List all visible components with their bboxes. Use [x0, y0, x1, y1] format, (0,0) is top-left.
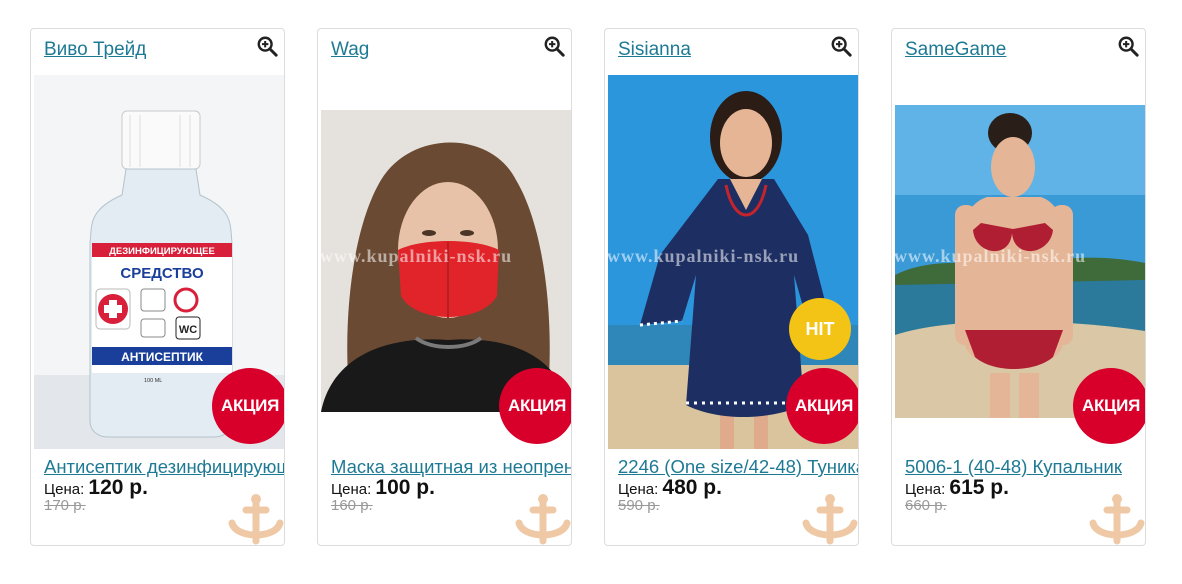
- product-card: Wag АКЦИЯ Маска защитная из неопрена Цен…: [317, 28, 572, 546]
- image-watermark-text: www.kupalniki-nsk.ru: [607, 246, 800, 266]
- old-price: 660 р.: [905, 497, 947, 514]
- zoom-in-icon[interactable]: [256, 35, 278, 57]
- old-price: 170 р.: [44, 497, 86, 514]
- product-card: Sisianna HIT АКЦИЯ 2246 (One size/42-48)…: [604, 28, 859, 546]
- sale-badge: АКЦИЯ: [1073, 368, 1145, 444]
- hit-badge: HIT: [789, 298, 851, 360]
- product-title-link[interactable]: Антисептик дезинфицирующее средство: [44, 456, 284, 478]
- label-volume-text: 100 ML: [144, 378, 162, 384]
- brand-link[interactable]: Виво Трейд: [44, 39, 146, 61]
- product-title-link[interactable]: 2246 (One size/42-48) Туника: [618, 456, 858, 478]
- label-bottom-text: АНТИСЕПТИК: [121, 350, 204, 364]
- label-main-text: СРЕДСТВО: [120, 265, 204, 282]
- brand-link[interactable]: Wag: [331, 39, 369, 61]
- anchor-watermark-icon: [228, 494, 284, 545]
- anchor-watermark-icon: [515, 494, 571, 545]
- price-label: Цена:: [331, 481, 372, 498]
- price-value: 615 р.: [949, 476, 1009, 499]
- product-card: Виво Трейд ДЕЗИНФИЦИРУЮЩЕЕ СРЕДСТВО WC А…: [30, 28, 285, 546]
- price-value: 100 р.: [375, 476, 435, 499]
- zoom-in-icon[interactable]: [830, 35, 852, 57]
- zoom-in-icon[interactable]: [1117, 35, 1139, 57]
- anchor-watermark-icon: [802, 494, 858, 545]
- price-label: Цена:: [44, 481, 85, 498]
- price-value: 120 р.: [88, 476, 148, 499]
- product-title-link[interactable]: Маска защитная из неопрена: [331, 456, 571, 478]
- brand-link[interactable]: SameGame: [905, 39, 1006, 61]
- price-value: 480 р.: [662, 476, 722, 499]
- sale-badge: АКЦИЯ: [212, 368, 284, 444]
- sale-badge: АКЦИЯ: [786, 368, 858, 444]
- zoom-in-icon[interactable]: [543, 35, 565, 57]
- sale-badge: АКЦИЯ: [499, 368, 571, 444]
- product-card: SameGame АКЦИЯ 5006-1 (40-48) Купальник …: [891, 28, 1146, 546]
- price-label: Цена:: [618, 481, 659, 498]
- anchor-watermark-icon: [1089, 494, 1145, 545]
- image-watermark-text: www.kupalniki-nsk.ru: [894, 246, 1087, 266]
- old-price: 160 р.: [331, 497, 373, 514]
- old-price: 590 р.: [618, 497, 660, 514]
- image-watermark-text: www.kupalniki-nsk.ru: [320, 246, 513, 266]
- label-wc-text: WC: [179, 324, 197, 336]
- price-label: Цена:: [905, 481, 946, 498]
- product-title-link[interactable]: 5006-1 (40-48) Купальник: [905, 456, 1145, 478]
- brand-link[interactable]: Sisianna: [618, 39, 691, 61]
- label-top-text: ДЕЗИНФИЦИРУЮЩЕЕ: [109, 246, 215, 257]
